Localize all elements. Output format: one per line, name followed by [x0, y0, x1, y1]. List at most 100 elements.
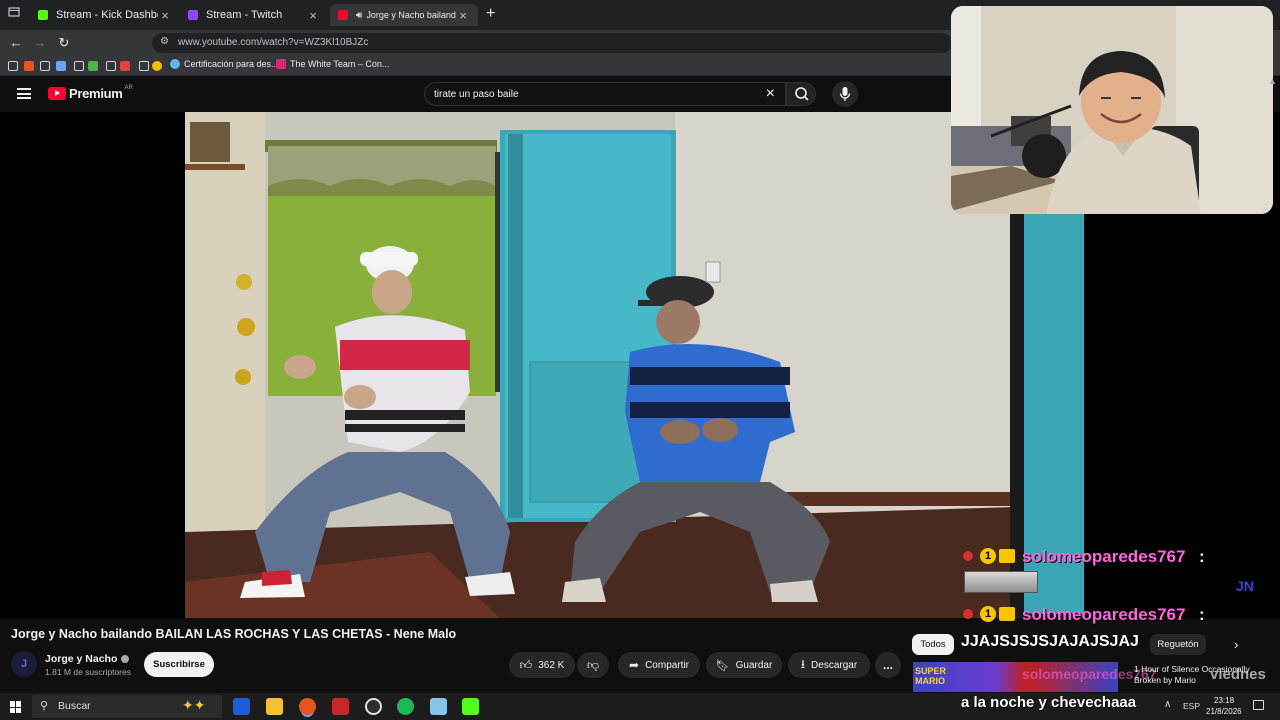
share-label: Compartir: [645, 659, 689, 671]
cherry-icon: [963, 609, 973, 619]
chat-colon: :: [1199, 547, 1205, 566]
chat-username[interactable]: solomeoparedes767: [1022, 547, 1185, 567]
search-button[interactable]: [786, 82, 816, 106]
language-indicator[interactable]: ESP: [1183, 701, 1200, 711]
bookmark-icon[interactable]: [24, 61, 34, 71]
youtube-logo[interactable]: Premium AR: [48, 84, 133, 101]
close-icon[interactable]: ×: [456, 8, 470, 23]
taskbar-search[interactable]: ⚲ Buscar ✦✦: [32, 695, 222, 718]
site-info-icon[interactable]: ⚙︎: [160, 36, 169, 47]
tab-youtube-video[interactable]: 🔊︎ Jorge y Nacho bailando BAILAN ×: [330, 4, 478, 26]
bookmark-folder-icon[interactable]: [74, 61, 84, 71]
webcam-frame: [951, 6, 1273, 214]
streamer-webcam: [951, 6, 1273, 214]
tab-kick-dashboard[interactable]: Stream - Kick Dashboard ×: [30, 4, 180, 26]
bookmark-folder-icon[interactable]: [139, 61, 149, 71]
bookmark-white-team[interactable]: The White Team – Con...: [276, 59, 389, 69]
dislike-button[interactable]: 👎︎: [577, 652, 609, 678]
youtube-icon: [338, 10, 348, 20]
chat-bottom-text: a la noche y chevechaaa: [961, 694, 1137, 711]
tab-twitch[interactable]: Stream - Twitch ×: [180, 4, 328, 26]
chrome-icon[interactable]: [299, 698, 316, 715]
voice-search-button[interactable]: [832, 81, 858, 107]
youtube-play-icon: [48, 87, 66, 100]
search-input[interactable]: tirate un paso baile ×: [424, 82, 786, 106]
download-button[interactable]: ⭳ Descargar: [788, 652, 870, 678]
crown-icon: [999, 549, 1015, 563]
share-button[interactable]: ➦ Compartir: [618, 652, 700, 678]
bookmark-folder-icon[interactable]: [106, 61, 116, 71]
chip-all[interactable]: Todos: [912, 634, 954, 655]
close-icon[interactable]: ×: [158, 8, 172, 23]
bookmark-certificacion[interactable]: Certificación para des...: [170, 59, 279, 69]
save-button[interactable]: 🔖︎ Guardar: [706, 652, 782, 678]
windows-start-icon[interactable]: [10, 701, 22, 713]
verified-icon: [121, 655, 130, 663]
white-team-icon: [276, 59, 286, 69]
twitch-icon: [188, 10, 198, 20]
chat-big-text: JJAJSJSJSJAJAJSJAJ: [961, 633, 1139, 650]
kick-icon[interactable]: [462, 698, 479, 715]
clear-search-icon[interactable]: ×: [766, 85, 775, 103]
jn-logo-icon: JN: [1236, 578, 1254, 594]
country-code: AR: [124, 84, 133, 91]
crown-icon: [999, 607, 1015, 621]
close-icon[interactable]: ×: [306, 8, 320, 23]
bookmark-icon[interactable]: [88, 61, 98, 71]
file-explorer-icon[interactable]: [266, 698, 283, 715]
streaming-app-icon[interactable]: [332, 698, 349, 715]
save-label: Guardar: [735, 659, 773, 671]
more-icon: ...: [882, 658, 893, 672]
chips-next-icon[interactable]: ›: [1234, 637, 1238, 652]
subscribe-button[interactable]: Suscribirse: [144, 652, 214, 677]
reload-icon[interactable]: ↻: [54, 34, 74, 52]
sparkle-icon: ✦✦: [182, 697, 206, 713]
tab-search-icon[interactable]: [4, 5, 24, 23]
thumbs-down-icon: 👎︎: [586, 657, 600, 672]
bookmark-label: The White Team – Con...: [290, 59, 390, 69]
taskbar-search-text: Buscar: [58, 700, 91, 712]
channel-name[interactable]: Jorge y Nacho: [45, 653, 130, 665]
notepad-icon[interactable]: [430, 698, 447, 715]
forward-icon[interactable]: →: [30, 34, 50, 52]
search-icon: ⚲: [40, 700, 49, 712]
notifications-icon[interactable]: [1253, 700, 1264, 710]
spotify-icon[interactable]: [397, 698, 414, 715]
channel-name-text: Jorge y Nacho: [45, 653, 118, 665]
new-tab-button[interactable]: +: [486, 5, 495, 23]
obs-icon[interactable]: [365, 698, 382, 715]
like-button[interactable]: 👍︎ 362 K: [509, 652, 575, 678]
tab-title: Stream - Kick Dashboard: [56, 9, 158, 21]
chat-username[interactable]: solomeoparedes767: [1022, 605, 1185, 625]
clock-date[interactable]: 21/8/2026: [1206, 707, 1242, 716]
bookmark-icon[interactable]: [152, 61, 162, 71]
cherry-icon: [963, 551, 973, 561]
chip-reggaeton[interactable]: Reguetón: [1150, 634, 1206, 655]
clock-time[interactable]: 23:18: [1214, 696, 1234, 705]
url-field[interactable]: ⚙︎ www.youtube.com/watch?v=WZ3Kl10BJZc: [152, 33, 952, 53]
thumbs-up-icon: 👍︎: [519, 657, 533, 672]
mic-icon: [839, 87, 851, 101]
tray-chevron-icon[interactable]: ∧: [1164, 699, 1171, 710]
bookmark-icon: 🔖︎: [715, 659, 730, 672]
menu-icon[interactable]: [17, 88, 31, 99]
bookmark-folder-icon[interactable]: [8, 61, 18, 71]
kick-icon: [38, 10, 48, 20]
bookmark-icon[interactable]: [56, 61, 66, 71]
channel-avatar[interactable]: J: [11, 651, 37, 677]
bookmark-icon[interactable]: [40, 61, 50, 71]
rank-1-icon: 1: [980, 606, 996, 622]
scroll-up-icon[interactable]: ▲: [1268, 76, 1277, 86]
thumbnail-text: SUPER MARIO: [915, 666, 947, 686]
taskbar-app-icon[interactable]: [233, 698, 250, 715]
back-icon[interactable]: ←: [6, 34, 26, 52]
rank-1-icon: 1: [980, 548, 996, 564]
more-actions-button[interactable]: ...: [875, 652, 901, 678]
bookmark-label: Certificación para des...: [184, 59, 279, 69]
video-title: Jorge y Nacho bailando BAILAN LAS ROCHAS…: [11, 627, 457, 641]
speaker-icon[interactable]: 🔊︎: [356, 10, 362, 21]
bookmark-icon[interactable]: [120, 61, 130, 71]
share-icon: ➦: [629, 658, 640, 672]
like-count: 362 K: [538, 659, 565, 671]
chat-emote-image: [964, 571, 1038, 593]
